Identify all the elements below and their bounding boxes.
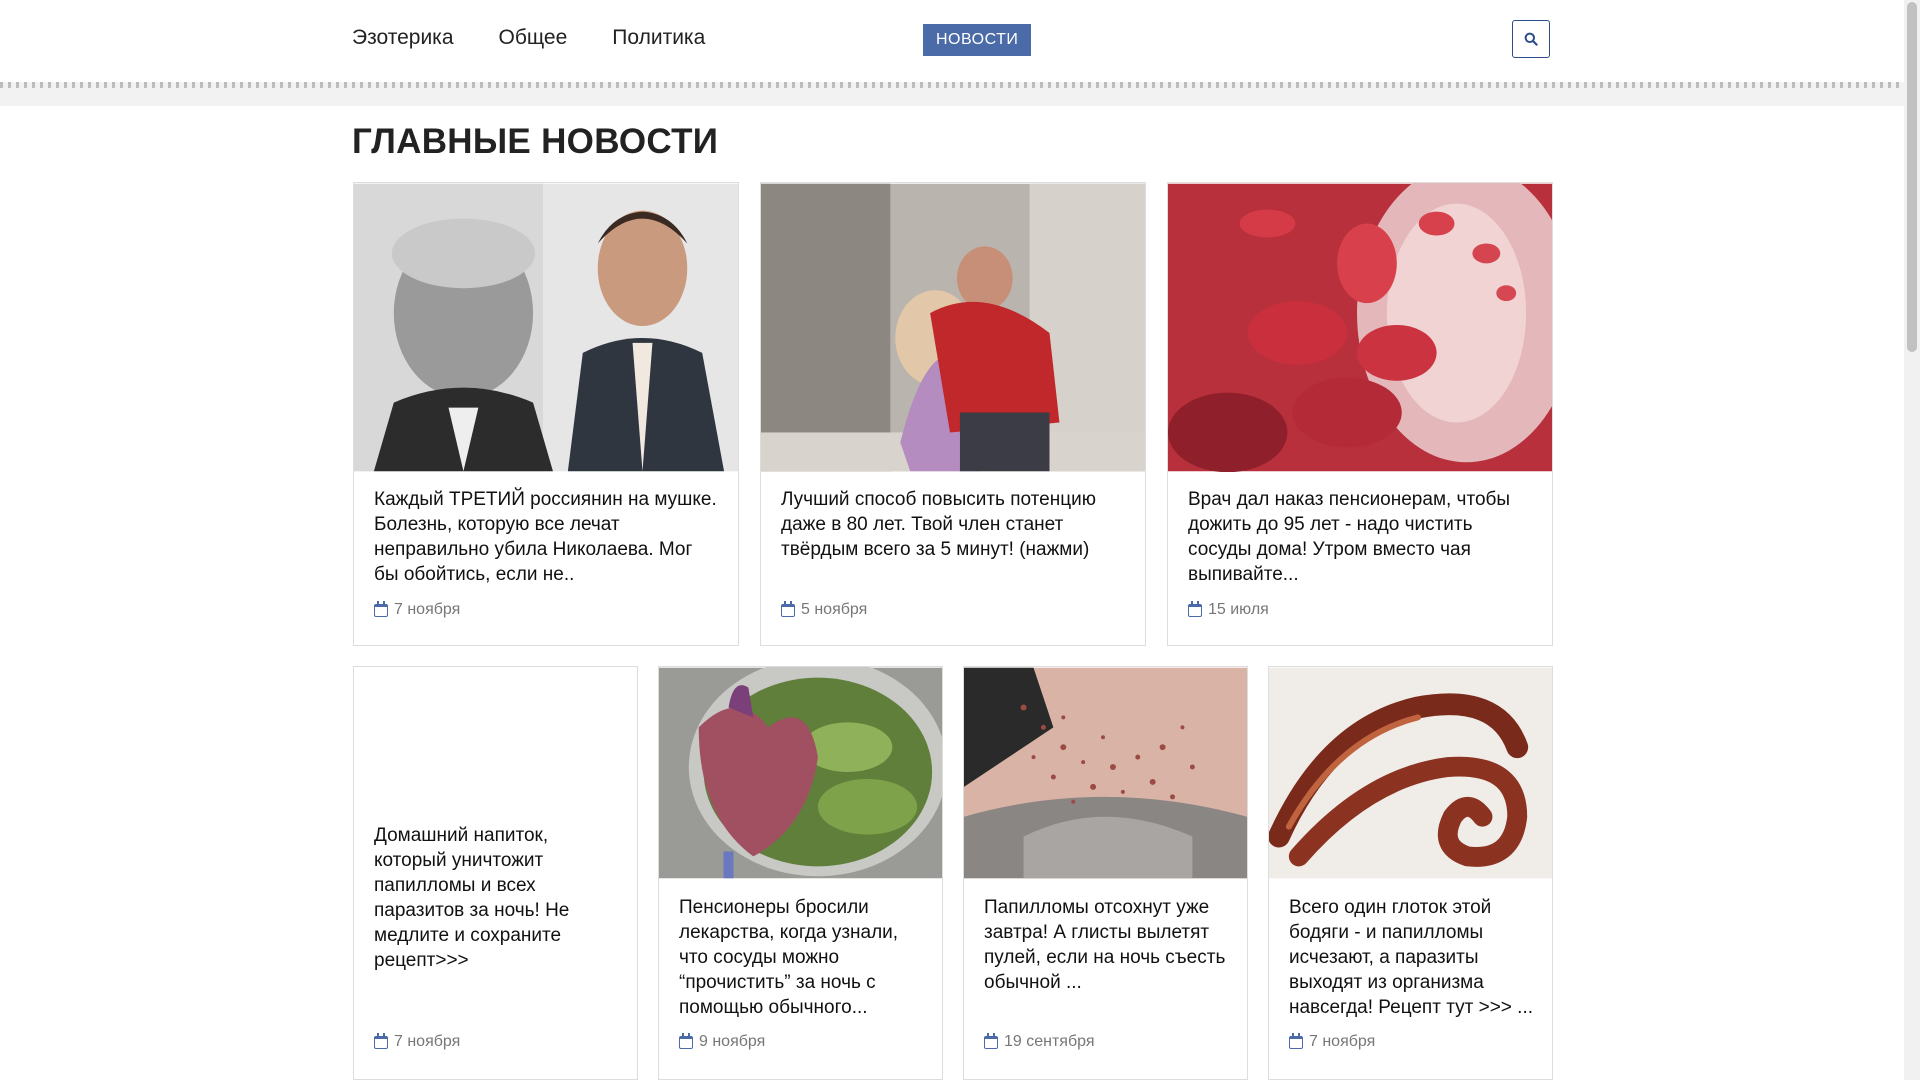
news-card[interactable]: Домашний напиток, который уничтожит папи… xyxy=(353,666,638,1080)
calendar-icon xyxy=(374,1032,388,1049)
nav-item-esoterics[interactable]: Эзотерика xyxy=(352,26,454,50)
page-scrollbar[interactable] xyxy=(1904,0,1920,1080)
news-date: 19 сентября xyxy=(984,1032,1095,1051)
scrollbar-thumb[interactable] xyxy=(1907,2,1917,352)
news-date: 5 ноября xyxy=(781,600,868,619)
news-date-text: 7 ноября xyxy=(394,601,461,618)
news-date: 9 ноября xyxy=(679,1032,766,1051)
news-card[interactable]: Лучший способ повысить потенцию даже в 8… xyxy=(760,182,1146,646)
page-title: ГЛАВНЫЕ НОВОСТИ xyxy=(352,122,719,161)
news-date-text: 5 ноября xyxy=(801,601,868,618)
news-badge[interactable]: НОВОСТИ xyxy=(923,24,1032,56)
news-date-text: 7 ноября xyxy=(1309,1033,1376,1050)
news-card[interactable]: Каждый ТРЕТИЙ россиянин на мушке. Болезн… xyxy=(353,182,739,646)
news-card[interactable]: Всего один глоток этой бодяги - и папилл… xyxy=(1268,666,1553,1080)
news-date: 15 июля xyxy=(1188,600,1269,619)
news-date: 7 ноября xyxy=(1289,1032,1376,1051)
news-date-text: 15 июля xyxy=(1208,601,1269,618)
news-date-text: 9 ноября xyxy=(699,1033,766,1050)
news-card[interactable]: Пенсионеры бросили лекарства, когда узна… xyxy=(658,666,943,1080)
main-nav: Эзотерика Общее Политика xyxy=(352,26,705,50)
news-date: 7 ноября xyxy=(374,600,461,619)
news-image-blood-cells xyxy=(1168,183,1552,472)
calendar-icon xyxy=(984,1032,998,1049)
calendar-icon xyxy=(374,600,388,617)
search-icon xyxy=(1524,32,1538,46)
calendar-icon xyxy=(1188,600,1202,617)
news-date-text: 19 сентября xyxy=(1004,1033,1095,1050)
news-title[interactable]: Домашний напиток, который уничтожит папи… xyxy=(374,823,619,973)
search-button[interactable] xyxy=(1512,20,1550,58)
news-title[interactable]: Каждый ТРЕТИЙ россиянин на мушке. Болезн… xyxy=(374,487,720,587)
news-image-heart-pot xyxy=(659,667,942,879)
news-title[interactable]: Лучший способ повысить потенцию даже в 8… xyxy=(781,487,1127,562)
header-divider xyxy=(0,82,1904,106)
calendar-icon xyxy=(1289,1032,1303,1049)
news-image-portraits xyxy=(354,183,738,472)
news-image-worm xyxy=(1269,667,1552,879)
news-title[interactable]: Папилломы отсохнут уже завтра! А глисты … xyxy=(984,895,1229,995)
news-card[interactable]: Врач дал наказ пенсионерам, чтобы дожить… xyxy=(1167,182,1553,646)
news-card[interactable]: Папилломы отсохнут уже завтра! А глисты … xyxy=(963,666,1248,1080)
nav-item-politics[interactable]: Политика xyxy=(612,26,705,50)
news-image-kitchen xyxy=(761,183,1145,472)
calendar-icon xyxy=(781,600,795,617)
news-title[interactable]: Врач дал наказ пенсионерам, чтобы дожить… xyxy=(1188,487,1534,587)
nav-item-general[interactable]: Общее xyxy=(499,26,568,50)
news-date-text: 7 ноября xyxy=(394,1033,461,1050)
news-image-neck-skin xyxy=(964,667,1247,879)
news-title[interactable]: Всего один глоток этой бодяги - и папилл… xyxy=(1289,895,1534,1020)
news-title[interactable]: Пенсионеры бросили лекарства, когда узна… xyxy=(679,895,924,1020)
calendar-icon xyxy=(679,1032,693,1049)
news-date: 7 ноября xyxy=(374,1032,461,1051)
